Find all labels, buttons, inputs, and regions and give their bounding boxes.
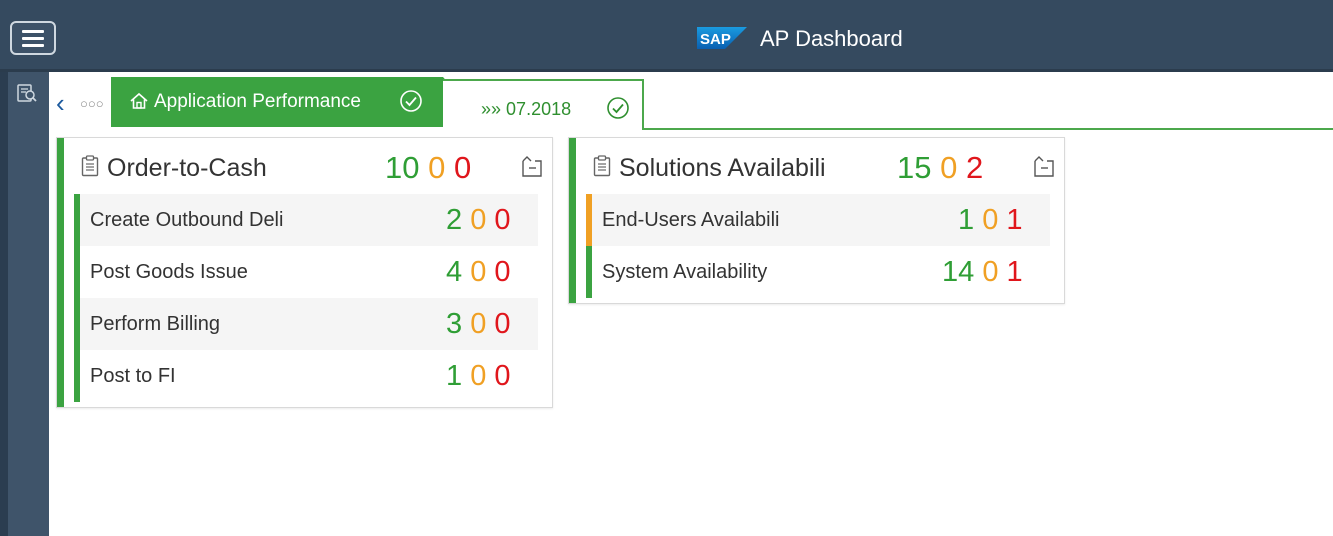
count-orange: 0 (428, 150, 446, 185)
count-orange: 0 (470, 308, 487, 340)
clipboard-icon (81, 155, 99, 177)
count-green: 14 (942, 256, 975, 288)
count-red: 0 (494, 360, 511, 392)
tile-title: Solutions Availabili (619, 154, 826, 182)
count-red: 1 (1006, 256, 1023, 288)
home-icon (130, 92, 148, 109)
row-label: Create Outbound Deli (90, 209, 284, 231)
row-counts: 1 0 0 (446, 360, 511, 392)
count-red: 1 (1006, 204, 1023, 236)
collapse-icon[interactable] (521, 156, 543, 178)
hamburger-menu-button[interactable] (10, 21, 56, 55)
count-green: 2 (446, 204, 463, 236)
row-status-bar (74, 350, 80, 402)
tile-header: Solutions Availabili 15 0 2 (569, 138, 1064, 194)
list-item[interactable]: Post to FI 1 0 0 (74, 350, 538, 402)
sidebar-panel (8, 72, 49, 536)
period-label: »» 07.2018 (481, 99, 572, 119)
shell-bar: SAP AP Dashboard (0, 0, 1333, 72)
tile-counts: 15 0 2 (897, 152, 983, 184)
row-label: End-Users Availabili (602, 209, 780, 231)
tile-header: Order-to-Cash 10 0 0 (57, 138, 552, 194)
count-green: 1 (958, 204, 975, 236)
count-red: 0 (453, 150, 472, 185)
list-item[interactable]: Post Goods Issue 4 0 0 (74, 246, 538, 298)
tile-solutions-availability[interactable]: Solutions Availabili 15 0 2 End-Users Av… (568, 137, 1065, 304)
list-item[interactable]: End-Users Availabili 1 0 1 (586, 194, 1050, 246)
list-item[interactable]: Create Outbound Deli 2 0 0 (74, 194, 538, 246)
breadcrumb-label: Application Performance (154, 91, 361, 112)
row-status-bar (74, 246, 80, 298)
breadcrumb-underline (594, 128, 1333, 130)
count-red: 0 (494, 256, 511, 288)
breadcrumb-overflow-button[interactable]: ○○○ (80, 96, 104, 111)
row-counts: 1 0 1 (958, 204, 1023, 236)
list-item[interactable]: Perform Billing 3 0 0 (74, 298, 538, 350)
count-orange: 0 (470, 204, 487, 236)
count-green: 4 (446, 256, 463, 288)
check-circle-icon (400, 90, 422, 112)
row-label: Perform Billing (90, 313, 221, 335)
sap-logo: SAP (697, 27, 747, 49)
row-counts: 3 0 0 (446, 308, 511, 340)
count-green: 3 (446, 308, 463, 340)
clipboard-icon (593, 155, 611, 177)
count-orange: 0 (470, 360, 487, 392)
row-status-bar (586, 194, 592, 246)
count-orange: 0 (940, 150, 958, 185)
row-label: Post Goods Issue (90, 261, 248, 283)
count-green: 15 (897, 150, 932, 185)
count-green: 1 (446, 360, 463, 392)
chevron-left-icon[interactable]: ‹ (56, 90, 70, 116)
count-orange: 0 (470, 256, 487, 288)
row-counts: 4 0 0 (446, 256, 511, 288)
svg-text:SAP: SAP (700, 31, 731, 48)
count-orange: 0 (982, 256, 999, 288)
count-red: 0 (494, 204, 511, 236)
tile-order-to-cash[interactable]: Order-to-Cash 10 0 0 Create Outbound Del… (56, 137, 553, 408)
collapse-icon[interactable] (1033, 156, 1055, 178)
count-orange: 0 (982, 204, 999, 236)
count-red: 2 (965, 150, 984, 185)
tile-counts: 10 0 0 (385, 152, 471, 184)
search-document-icon[interactable] (16, 82, 38, 104)
left-sidebar (0, 72, 49, 536)
row-status-bar (74, 298, 80, 350)
count-green: 10 (385, 150, 420, 185)
list-item[interactable]: System Availability 14 0 1 (586, 246, 1050, 298)
breadcrumb-period[interactable]: »» 07.2018 (443, 79, 644, 130)
row-counts: 14 0 1 (942, 256, 1023, 288)
count-red: 0 (494, 308, 511, 340)
tile-title: Order-to-Cash (107, 154, 267, 182)
row-counts: 2 0 0 (446, 204, 511, 236)
breadcrumb-application-performance[interactable]: Application Performance (111, 77, 465, 127)
row-label: Post to FI (90, 365, 176, 387)
row-status-bar (586, 246, 592, 298)
check-circle-icon (607, 97, 629, 119)
row-label: System Availability (602, 261, 768, 283)
row-status-bar (74, 194, 80, 246)
app-title: AP Dashboard (760, 26, 903, 51)
